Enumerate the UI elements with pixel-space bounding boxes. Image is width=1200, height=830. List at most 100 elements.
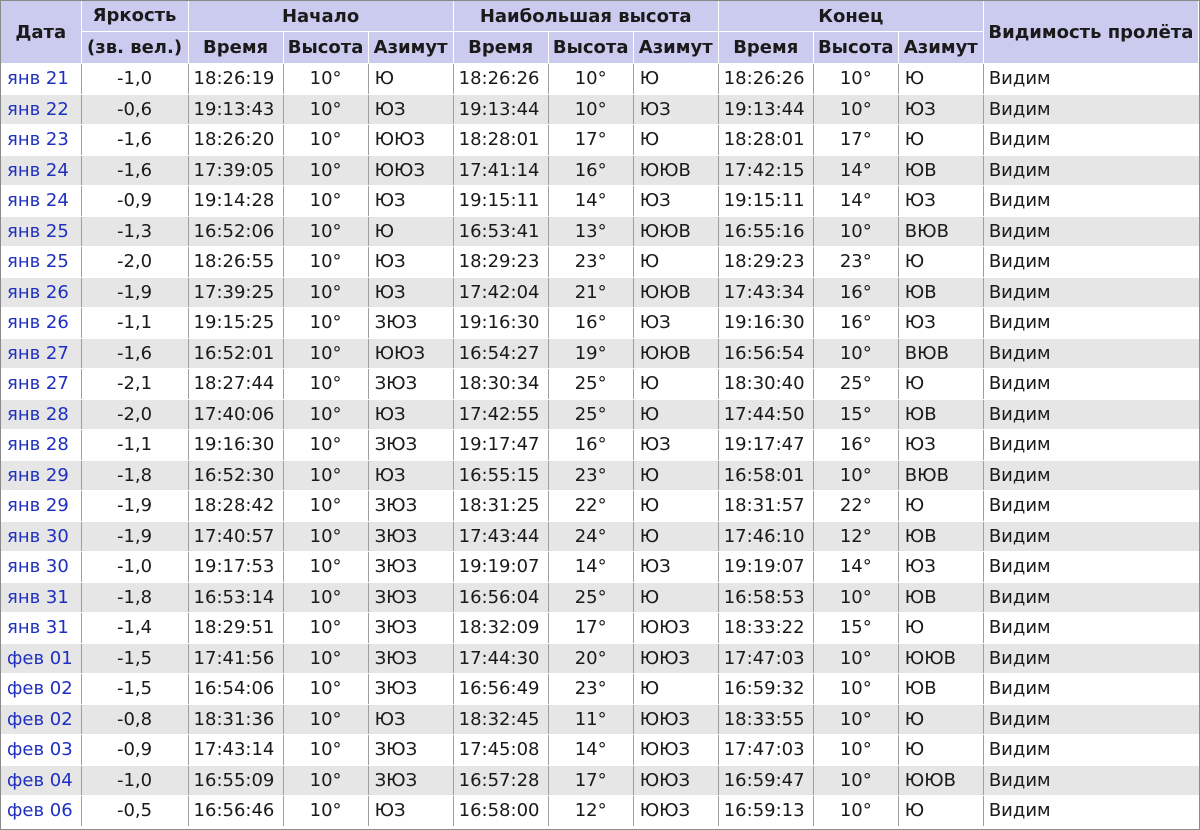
brightness: -0,5 [81, 795, 189, 827]
max-time: 16:58:00 [453, 795, 549, 827]
date-link[interactable]: фев 03 [1, 734, 82, 766]
max-azimuth: ЮЗ [633, 429, 719, 461]
end-time: 18:26:26 [718, 63, 814, 95]
start-azimuth: ЗЮЗ [368, 551, 454, 583]
max-time: 19:16:30 [453, 307, 549, 339]
max-azimuth: ЮЗ [633, 551, 719, 583]
max-altitude: 17° [548, 124, 634, 156]
start-time: 18:27:44 [188, 368, 284, 400]
end-azimuth: Ю [898, 612, 984, 644]
end-azimuth: ЮЮВ [898, 765, 984, 796]
brightness: -1,9 [81, 490, 189, 522]
visibility: Видим [983, 551, 1199, 583]
date-link[interactable]: янв 24 [1, 155, 82, 186]
max-altitude: 25° [548, 581, 634, 613]
start-time: 16:52:01 [188, 338, 284, 369]
end-altitude: 16° [813, 307, 899, 339]
date-link[interactable]: янв 31 [1, 612, 82, 644]
header-start-azimuth: Азимут [368, 31, 454, 64]
date-link[interactable]: фев 06 [1, 795, 82, 827]
max-altitude: 23° [548, 460, 634, 491]
date-link[interactable]: фев 02 [1, 704, 82, 735]
start-altitude: 10° [283, 399, 369, 430]
header-end-altitude: Высота [813, 31, 899, 64]
visibility: Видим [983, 277, 1199, 308]
header-end-azimuth: Азимут [898, 31, 984, 64]
max-altitude: 16° [548, 155, 634, 186]
max-altitude: 19° [548, 338, 634, 369]
date-link[interactable]: янв 24 [1, 185, 82, 217]
start-azimuth: ЮЗ [368, 185, 454, 217]
date-link[interactable]: янв 27 [1, 368, 82, 400]
brightness: -2,0 [81, 399, 189, 430]
start-altitude: 10° [283, 94, 369, 125]
passes-table: Дата Яркость Начало Наибольшая высота Ко… [1, 1, 1200, 827]
date-link[interactable]: янв 25 [1, 216, 82, 247]
date-link[interactable]: янв 30 [1, 551, 82, 583]
visibility: Видим [983, 734, 1199, 766]
max-time: 18:29:23 [453, 246, 549, 278]
table-row: янв 30 -1,0 19:17:53 10° ЗЮЗ 19:19:07 14° ЮЗ 19:… [1, 551, 1199, 583]
start-altitude: 10° [283, 490, 369, 522]
brightness: -1,8 [81, 581, 189, 613]
table-row: фев 04 -1,0 16:55:09 10° ЗЮЗ 16:57:28 17° ЮЮЗ 16… [1, 765, 1199, 796]
end-time: 18:28:01 [718, 124, 814, 156]
date-link[interactable]: фев 04 [1, 765, 82, 796]
date-link[interactable]: янв 23 [1, 124, 82, 156]
header-date[interactable]: Дата [1, 1, 82, 64]
max-altitude: 17° [548, 612, 634, 644]
date-link[interactable]: янв 29 [1, 460, 82, 491]
start-time: 16:52:06 [188, 216, 284, 247]
date-link[interactable]: янв 31 [1, 581, 82, 613]
end-time: 17:47:03 [718, 643, 814, 674]
max-time: 16:53:41 [453, 216, 549, 247]
date-link[interactable]: янв 28 [1, 399, 82, 430]
end-azimuth: ЮВ [898, 521, 984, 552]
end-azimuth: ЮВ [898, 277, 984, 308]
brightness: -1,0 [81, 551, 189, 583]
start-azimuth: ЮЮЗ [368, 155, 454, 186]
max-time: 16:54:27 [453, 338, 549, 369]
date-link[interactable]: янв 26 [1, 307, 82, 339]
date-link[interactable]: янв 28 [1, 429, 82, 461]
start-time: 17:41:56 [188, 643, 284, 674]
start-altitude: 10° [283, 704, 369, 735]
end-altitude: 16° [813, 429, 899, 461]
header-brightness[interactable]: Яркость [81, 1, 189, 32]
date-link[interactable]: янв 26 [1, 277, 82, 308]
date-link[interactable]: янв 22 [1, 94, 82, 125]
table-row: фев 03 -0,9 17:43:14 10° ЗЮЗ 17:45:08 14° ЮЮЗ 17… [1, 734, 1199, 766]
start-altitude: 10° [283, 155, 369, 186]
max-time: 19:19:07 [453, 551, 549, 583]
end-altitude: 15° [813, 612, 899, 644]
max-azimuth: ЮЮВ [633, 338, 719, 369]
visibility: Видим [983, 704, 1199, 735]
date-link[interactable]: янв 21 [1, 63, 82, 95]
date-link[interactable]: янв 25 [1, 246, 82, 278]
end-altitude: 16° [813, 277, 899, 308]
max-altitude: 10° [548, 94, 634, 125]
end-altitude: 10° [813, 734, 899, 766]
end-time: 17:46:10 [718, 521, 814, 552]
max-altitude: 14° [548, 734, 634, 766]
end-altitude: 15° [813, 399, 899, 430]
date-link[interactable]: янв 27 [1, 338, 82, 369]
table-row: фев 01 -1,5 17:41:56 10° ЗЮЗ 17:44:30 20° ЮЮЗ 17… [1, 643, 1199, 674]
date-link[interactable]: янв 30 [1, 521, 82, 552]
end-time: 19:15:11 [718, 185, 814, 217]
header-max-azimuth: Азимут [633, 31, 719, 64]
table-row: янв 25 -2,0 18:26:55 10° ЮЗ 18:29:23 23° Ю 18:29… [1, 246, 1199, 278]
date-link[interactable]: янв 29 [1, 490, 82, 522]
max-time: 18:30:34 [453, 368, 549, 400]
passes-table-frame: Дата Яркость Начало Наибольшая высота Ко… [0, 0, 1200, 830]
date-link[interactable]: фев 01 [1, 643, 82, 674]
date-link[interactable]: фев 02 [1, 673, 82, 705]
end-azimuth: Ю [898, 368, 984, 400]
max-time: 19:13:44 [453, 94, 549, 125]
start-azimuth: ЮЗ [368, 399, 454, 430]
start-azimuth: ЗЮЗ [368, 673, 454, 705]
end-altitude: 14° [813, 155, 899, 186]
end-azimuth: ЮВ [898, 673, 984, 705]
max-altitude: 25° [548, 368, 634, 400]
visibility: Видим [983, 490, 1199, 522]
